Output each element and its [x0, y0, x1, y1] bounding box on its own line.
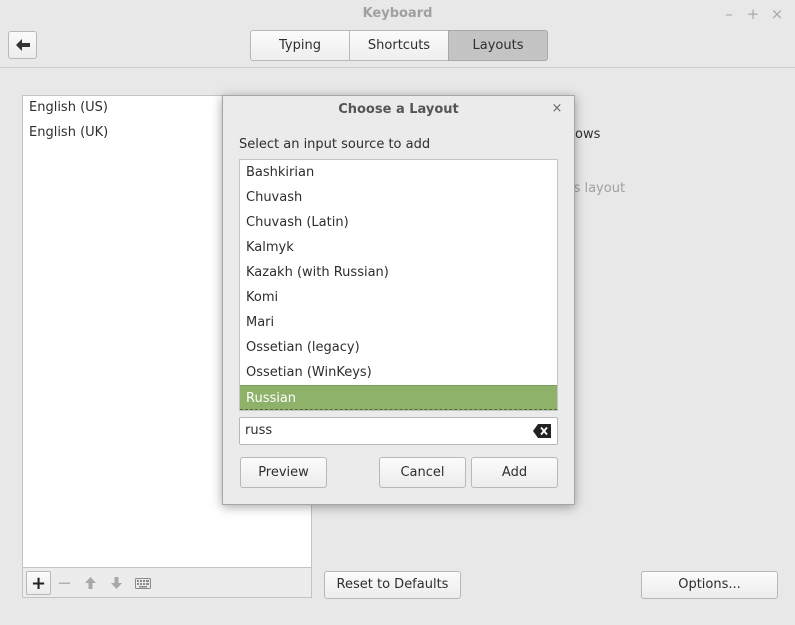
dialog-prompt: Select an input source to add [239, 137, 431, 152]
background-option-text: ows [575, 127, 601, 142]
move-up-button[interactable] [78, 571, 103, 595]
list-item[interactable]: Bashkirian [240, 160, 557, 185]
list-item[interactable]: Kazakh (with Russian) [240, 260, 557, 285]
tab-bar: Typing Shortcuts Layouts [250, 30, 548, 61]
list-item[interactable]: Ossetian (WinKeys) [240, 360, 557, 385]
move-up-icon [85, 577, 96, 589]
options-button[interactable]: Options... [641, 571, 778, 599]
toolbar: Typing Shortcuts Layouts [0, 28, 795, 68]
show-keyboard-button[interactable] [130, 571, 155, 595]
back-arrow-icon [15, 39, 30, 51]
clear-icon[interactable] [533, 424, 551, 438]
add-icon: + [30, 572, 47, 594]
keyboard-icon [134, 577, 151, 589]
list-item[interactable]: Ossetian (legacy) [240, 335, 557, 360]
move-down-button[interactable] [104, 571, 129, 595]
add-button[interactable]: Add [471, 457, 558, 488]
dialog-close-icon[interactable]: × [550, 100, 564, 118]
list-item[interactable]: Chuvash [240, 185, 557, 210]
tab-shortcuts[interactable]: Shortcuts [349, 30, 449, 61]
list-item[interactable]: Chuvash (Latin) [240, 210, 557, 235]
list-item[interactable]: Kalmyk [240, 235, 557, 260]
list-item[interactable]: Komi [240, 285, 557, 310]
minimize-button[interactable]: – [717, 0, 741, 28]
background-option-text-dim: 's layout [570, 181, 626, 196]
tab-typing[interactable]: Typing [250, 30, 350, 61]
tab-layouts[interactable]: Layouts [448, 30, 548, 61]
window-controls: – + × [717, 0, 789, 28]
reset-to-defaults-button[interactable]: Reset to Defaults [324, 571, 461, 599]
close-button[interactable]: × [765, 0, 789, 28]
list-item[interactable]: Mari [240, 310, 557, 335]
remove-icon: − [56, 572, 73, 594]
preview-button[interactable]: Preview [240, 457, 327, 488]
dialog-title: Choose a Layout [338, 102, 459, 117]
search-input[interactable]: russ [239, 417, 558, 445]
input-source-list[interactable]: Bashkirian Chuvash Chuvash (Latin) Kalmy… [239, 159, 558, 411]
cancel-button[interactable]: Cancel [379, 457, 466, 488]
choose-layout-dialog: Choose a Layout × Select an input source… [222, 95, 575, 505]
move-down-icon [111, 577, 122, 589]
remove-layout-button[interactable]: − [52, 571, 77, 595]
list-item-selected[interactable]: Russian [240, 385, 557, 410]
search-input-value: russ [245, 423, 273, 438]
layout-list-toolbar: + − [22, 567, 312, 598]
maximize-button[interactable]: + [741, 0, 765, 28]
back-button[interactable] [8, 31, 37, 59]
window-title: Keyboard [362, 6, 433, 21]
add-layout-button[interactable]: + [26, 571, 51, 595]
